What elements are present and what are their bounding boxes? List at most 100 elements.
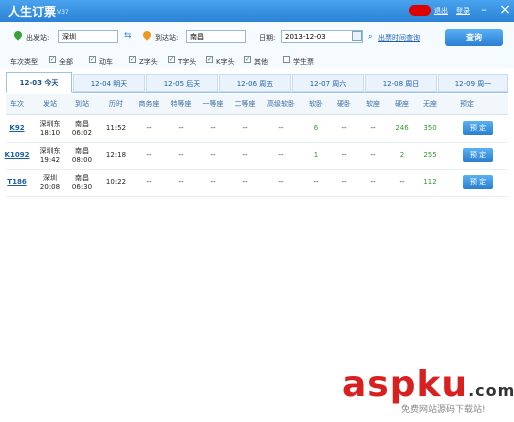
ticket-time-query-link[interactable]: 出票时间查询 [378,33,420,43]
tab-date[interactable]: 12-09 周一 [438,74,508,92]
tab-date[interactable]: 12-06 周五 [219,74,291,92]
departure-cell: 深圳东 18:10 [36,115,64,142]
seat-count: -- [242,151,248,159]
seat-count: -- [370,124,376,132]
duration: 10:22 [105,178,127,186]
column-header: 预定 [460,100,474,108]
column-header: 发站 [43,100,57,108]
duration: 12:18 [105,151,127,159]
checkbox-label: K字头 [216,58,235,66]
checkbox-label: 其他 [254,58,268,66]
login-link[interactable]: 登录 [456,6,470,16]
app-title: 人生订票 [8,5,57,19]
column-header: 二等座 [234,100,256,108]
app-version: V37 [57,9,69,16]
checkbox-label: 学生票 [293,58,314,66]
from-label: 出发站: [26,34,50,42]
seat-count: -- [210,178,216,186]
tab-today[interactable]: 12-03 今天 [6,72,72,93]
close-button[interactable]: × [498,3,512,17]
watermark-subtitle: 免费网站源码下载站! [401,405,486,415]
departure-cell: 深圳 20:08 [36,169,64,196]
watermark-logo-tail: .com [468,381,514,400]
watermark-logo-text: aspku [342,364,469,405]
seat-count: 112 [423,178,437,186]
arrival-cell: 南昌 06:02 [68,115,96,142]
checkbox-t[interactable]: ✓ [168,56,175,63]
date-label: 日期: [259,34,276,42]
checkbox-label: Z字头 [139,58,158,66]
arrival-cell: 南昌 06:30 [68,169,96,196]
departure-station: 深圳东 [39,119,61,128]
checkbox-all[interactable]: ✓ [49,56,56,63]
to-station-input[interactable]: 南昌 [186,30,246,43]
checkbox-other[interactable]: ✓ [244,56,251,63]
arrival-station: 南昌 [75,119,89,128]
arrival-station: 南昌 [75,173,89,182]
checkbox-k[interactable]: ✓ [206,56,213,63]
swap-stations-icon[interactable]: ⇆ [124,31,132,41]
checkbox-label: T字头 [178,58,197,66]
seat-count: -- [341,124,347,132]
train-number-link[interactable]: T186 [6,169,28,196]
seat-count: -- [178,178,184,186]
seat-count: -- [146,124,152,132]
table-header: 车次 发站 到站 历时 商务座 特等座 一等座 二等座 高级软卧 软卧 硬卧 软… [6,94,508,115]
seat-count: -- [313,178,319,186]
column-header: 软卧 [309,100,323,108]
train-number-link[interactable]: K1092 [5,142,30,169]
table-row: K92 深圳东 18:10 南昌 06:02 11:52 -- -- -- -- -… [6,115,508,143]
column-header: 软座 [366,100,380,108]
arrival-time: 06:02 [71,128,93,137]
column-header: 特等座 [170,100,192,108]
search-toolbar: 出发站: 深圳 ⇆ 到达站: 南昌 日期: 2013-12-03 ⌕ 出票时间查… [0,22,514,52]
tab-date[interactable]: 12-05 后天 [146,74,218,92]
checkbox-emu[interactable]: ✓ [89,56,96,63]
arrival-cell: 南昌 08:00 [68,142,96,169]
column-header: 历时 [109,100,123,108]
arrival-time: 08:00 [71,155,93,164]
checkbox-z[interactable]: ✓ [129,56,136,63]
to-label: 到达站: [155,34,179,42]
checkbox-student[interactable] [283,56,290,63]
seat-count: -- [399,178,405,186]
logout-link[interactable]: 退出 [434,6,448,16]
seat-count: -- [278,178,284,186]
book-button[interactable]: 预 定 [463,121,493,135]
table-row: K1092 深圳东 19:42 南昌 08:00 12:18 -- -- -- --… [5,142,508,170]
calendar-icon[interactable] [352,31,362,41]
departure-station: 深圳 [43,173,57,182]
arrival-station: 南昌 [75,146,89,155]
from-station-input[interactable]: 深圳 [58,30,118,43]
book-button[interactable]: 预 定 [463,148,493,162]
checkbox-label: 全部 [59,58,73,66]
minimize-button[interactable]: – [477,3,491,17]
seat-count: -- [370,178,376,186]
user-avatar[interactable] [409,5,431,16]
search-icon: ⌕ [368,32,373,41]
tab-date[interactable]: 12-04 明天 [73,74,145,92]
date-input[interactable]: 2013-12-03 [281,30,363,43]
checkbox-label: 动车 [99,58,113,66]
departure-station: 深圳东 [39,146,61,155]
date-tabs: 12-03 今天 12-04 明天 12-05 后天 12-06 周五 12-0… [6,70,508,93]
departure-time: 20:08 [39,182,61,191]
table-row: T186 深圳 20:08 南昌 06:30 10:22 -- -- -- -- -… [6,169,508,197]
seat-count: -- [146,151,152,159]
query-button[interactable]: 查询 [445,29,503,46]
seat-count: 350 [423,124,437,132]
seat-count: -- [178,151,184,159]
column-header: 车次 [10,100,24,108]
column-header: 硬卧 [337,100,351,108]
title-bar: 人生订票 V37 退出 登录 – × [0,0,514,22]
book-button[interactable]: 预 定 [463,175,493,189]
column-header: 高级软卧 [267,100,295,108]
filter-label: 车次类型 [10,58,38,66]
seat-count: -- [242,124,248,132]
arrival-time: 06:30 [71,182,93,191]
tab-date[interactable]: 12-08 周日 [365,74,437,92]
tab-date[interactable]: 12-07 周六 [292,74,364,92]
seat-count: -- [146,178,152,186]
column-header: 一等座 [202,100,224,108]
train-number-link[interactable]: K92 [6,115,28,142]
